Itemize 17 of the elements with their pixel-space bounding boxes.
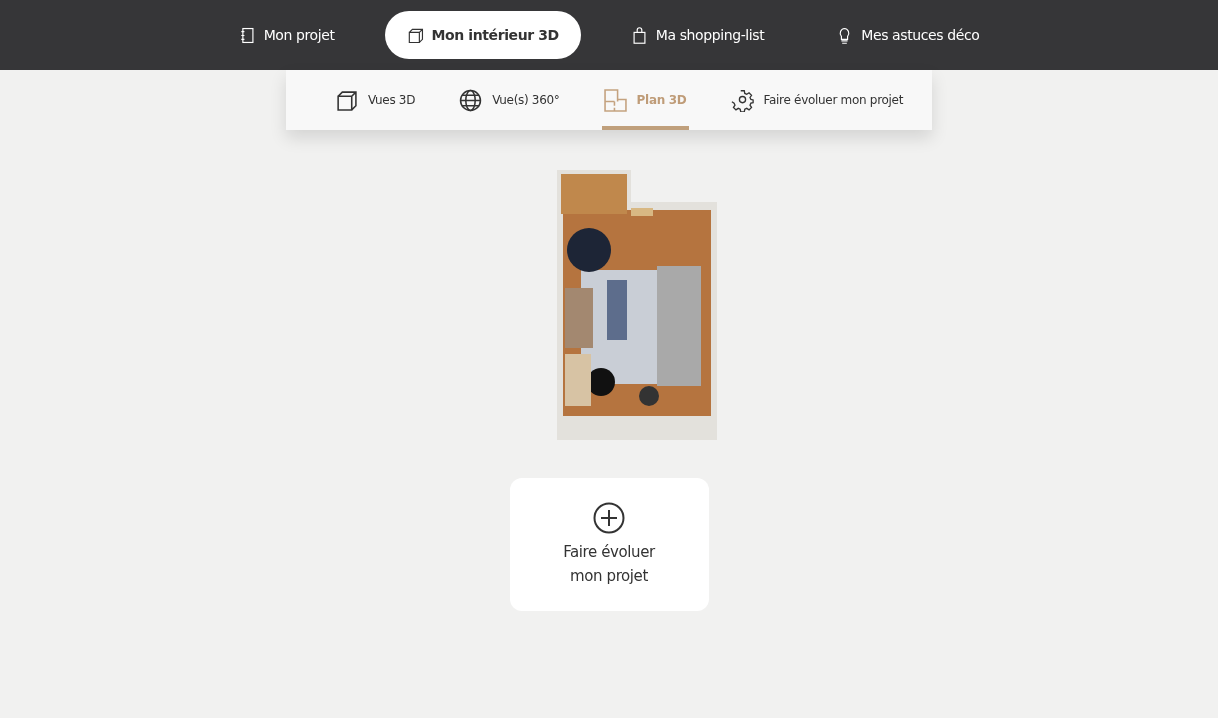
add-project-card[interactable]: Faire évoluer mon projet bbox=[509, 478, 709, 611]
globe-icon bbox=[459, 88, 483, 112]
main-nav-tab[interactable]: Mes astuces déco bbox=[814, 11, 1002, 59]
settings-icon bbox=[730, 88, 754, 112]
sub-nav-tab[interactable]: Vue(s) 360° bbox=[457, 70, 562, 130]
notebook-icon bbox=[238, 26, 256, 44]
main-nav-tab[interactable]: Mon intérieur 3D bbox=[384, 11, 581, 59]
cube-icon bbox=[406, 26, 424, 44]
main-nav-tab[interactable]: Ma shopping-list bbox=[608, 11, 787, 59]
main-nav-tab[interactable]: Mon projet bbox=[216, 11, 357, 59]
sub-nav-tab[interactable]: Vues 3D bbox=[332, 70, 418, 130]
sub-nav-tab[interactable]: Faire évoluer mon projet bbox=[728, 70, 906, 130]
floor-plan-icon bbox=[603, 88, 627, 112]
cube-icon bbox=[334, 88, 358, 112]
card-label: Faire évoluer mon projet bbox=[562, 541, 657, 587]
plus-icon bbox=[593, 501, 625, 534]
bag-icon bbox=[630, 26, 648, 44]
